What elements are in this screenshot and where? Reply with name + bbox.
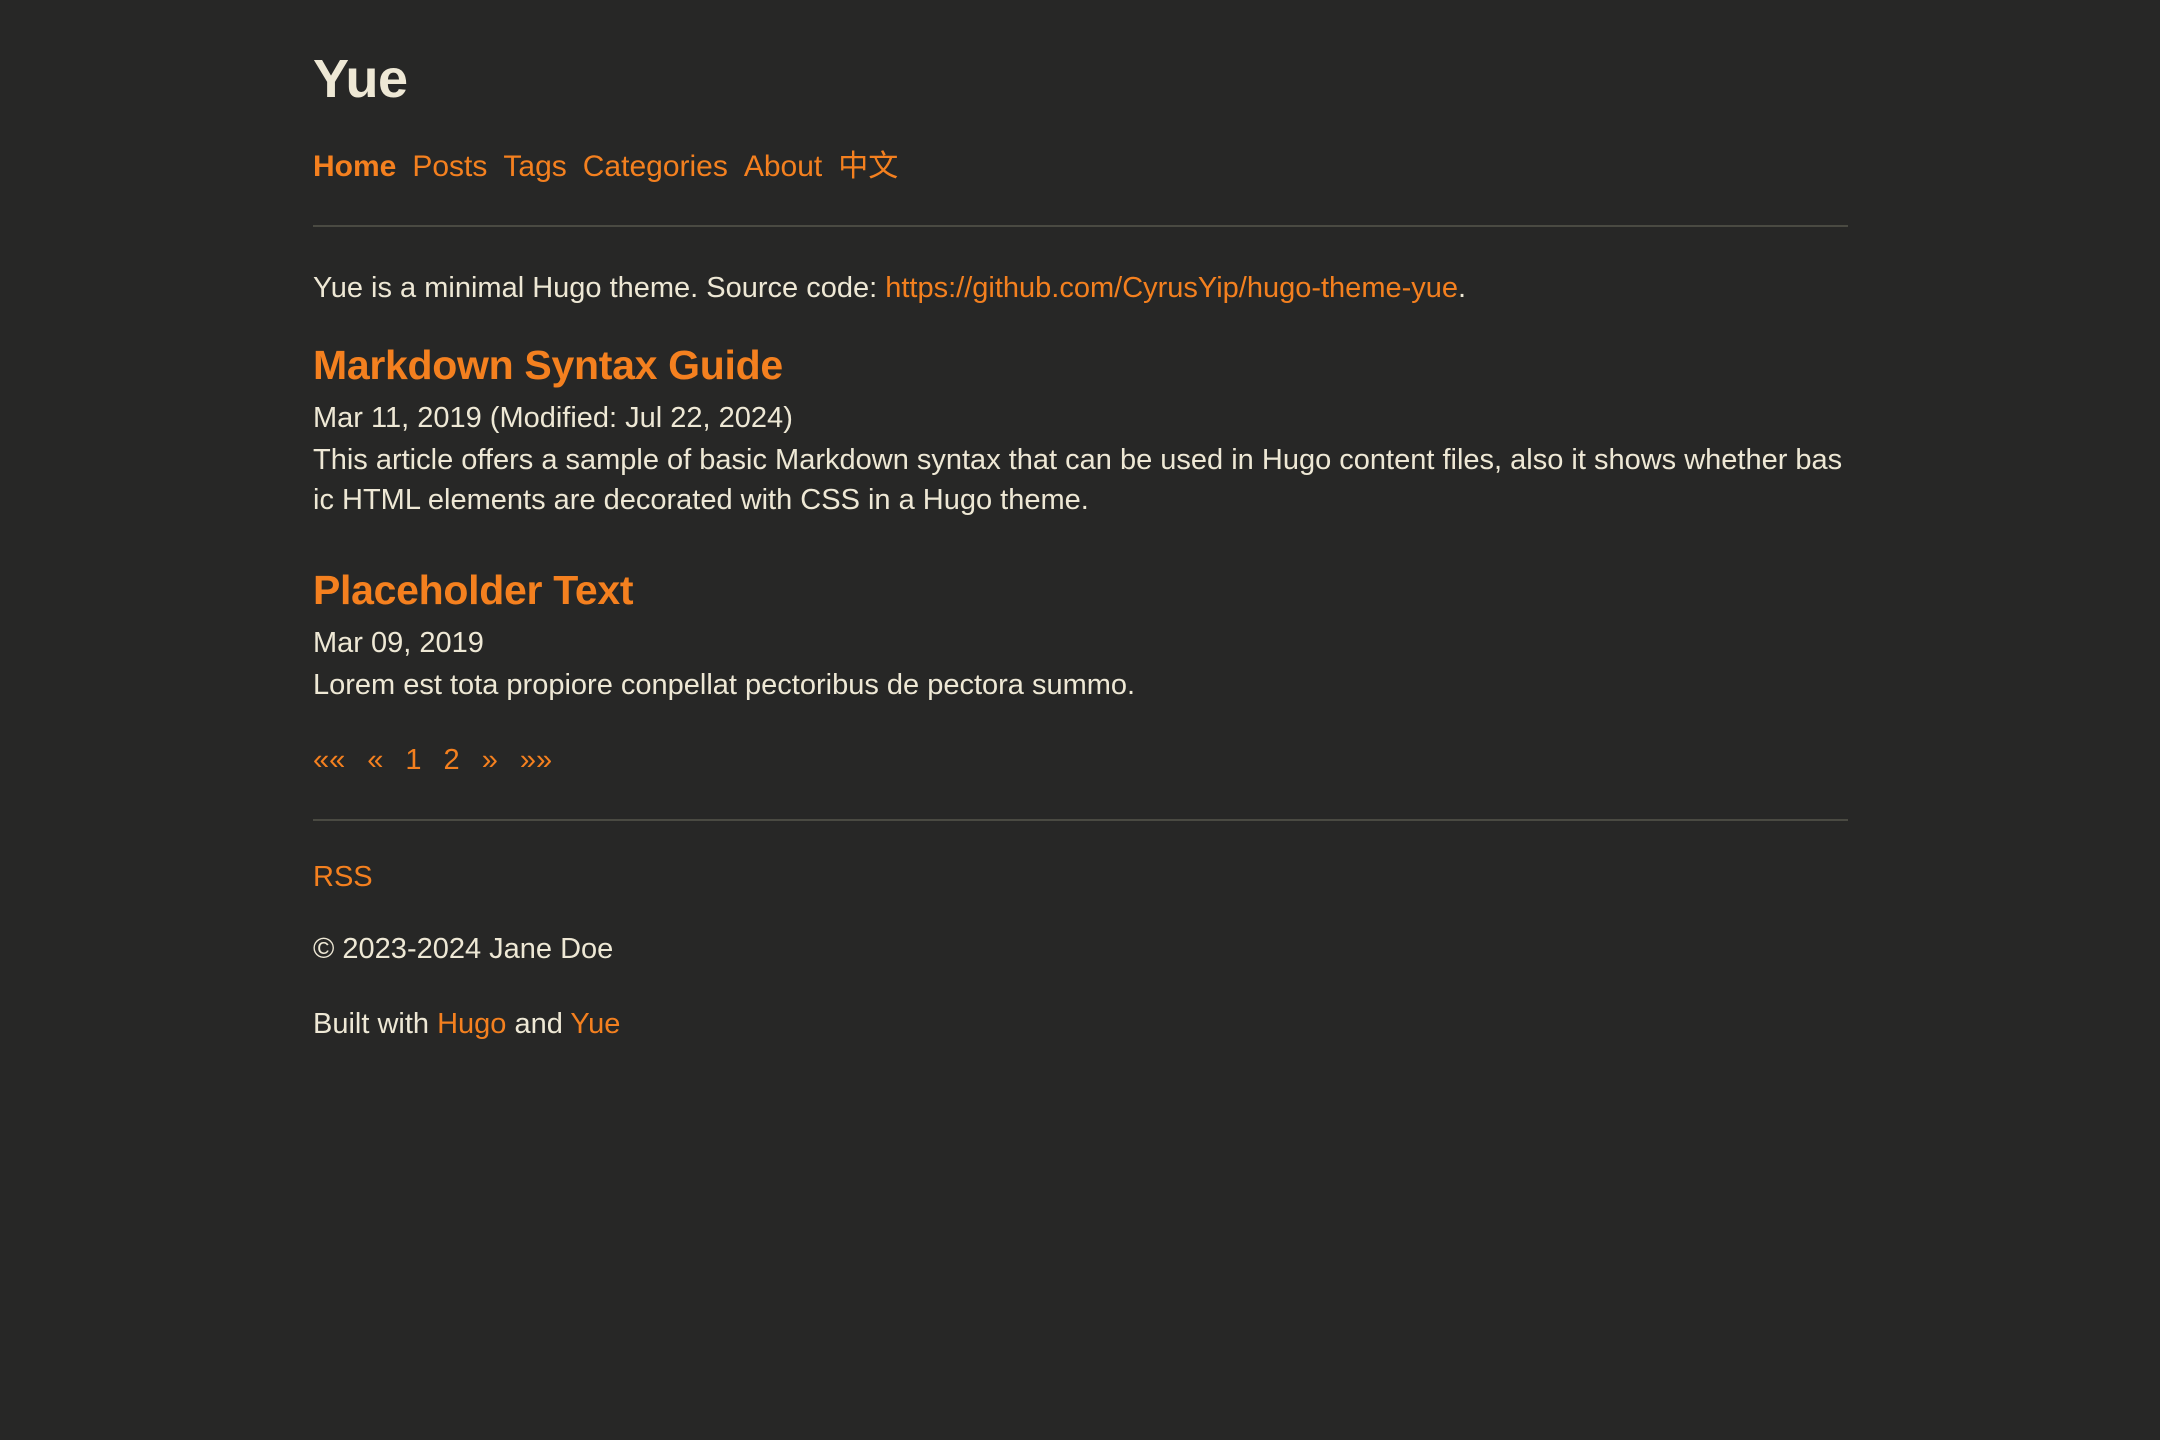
post-title: Placeholder Text: [313, 566, 1848, 615]
nav-link-categories[interactable]: Categories: [583, 149, 728, 185]
pagination-next[interactable]: »: [482, 743, 498, 778]
post-list-item: Placeholder Text Mar 09, 2019 Lorem est …: [313, 566, 1848, 705]
post-summary: This article offers a sample of basic Ma…: [313, 444, 1843, 516]
nav-link-tags[interactable]: Tags: [503, 149, 566, 185]
post-date: Mar 11, 2019 (Modified: Jul 22, 2024): [313, 402, 793, 435]
site-description-prefix: Yue is a minimal Hugo theme. Source code…: [313, 272, 886, 305]
footer-built-with: Built with Hugo and Yue: [313, 1005, 1848, 1044]
footer-rss-row: RSS: [313, 861, 1848, 894]
page-container: Yue Home Posts Tags Categories About 中文 Yue i…: [313, 0, 1848, 1104]
source-code-link[interactable]: https://github.com/CyrusYip/hugo-theme-y…: [885, 272, 1458, 304]
post-list: Markdown Syntax Guide Mar 11, 2019 (Modi…: [313, 341, 1848, 705]
post-title: Markdown Syntax Guide: [313, 341, 1848, 390]
post-date: Mar 09, 2019: [313, 626, 484, 659]
header-divider: [313, 225, 1848, 228]
post-title-link-markdown-syntax-guide[interactable]: Markdown Syntax Guide: [313, 342, 783, 388]
footer-divider: [313, 819, 1848, 822]
pagination: «« «1 2»»»: [313, 743, 1848, 778]
yue-theme-link[interactable]: Yue: [570, 1008, 620, 1040]
main-navigation: Home Posts Tags Categories About 中文: [313, 149, 1848, 185]
footer-copyright: © 2023-2024 Jane Doe: [313, 933, 614, 966]
post-summary: Lorem est tota propiore conpellat pector…: [313, 669, 1136, 702]
site-header: Yue Home Posts Tags Categories About 中文: [313, 48, 1848, 185]
site-footer: RSS © 2023-2024 Jane Doe Built with Hugo…: [313, 861, 1848, 1104]
pagination-last[interactable]: »»: [520, 743, 552, 778]
pagination-page-2[interactable]: 2: [444, 743, 460, 778]
built-with-prefix: Built with: [313, 1008, 438, 1041]
hugo-link[interactable]: Hugo: [437, 1008, 506, 1040]
built-with-middle: and: [506, 1008, 571, 1041]
nav-link-chinese[interactable]: 中文: [838, 149, 898, 185]
pagination-page-1[interactable]: 1: [405, 743, 421, 778]
nav-link-about[interactable]: About: [744, 149, 822, 185]
post-title-link-placeholder-text[interactable]: Placeholder Text: [313, 567, 634, 613]
post-list-item: Markdown Syntax Guide Mar 11, 2019 (Modi…: [313, 341, 1848, 520]
nav-link-posts[interactable]: Posts: [412, 149, 487, 185]
pagination-first[interactable]: ««: [313, 743, 345, 778]
nav-link-home[interactable]: Home: [313, 149, 396, 185]
site-description-suffix: .: [1458, 272, 1467, 305]
pagination-prev[interactable]: «: [367, 743, 383, 778]
main-content: Yue is a minimal Hugo theme. Source code…: [313, 267, 1848, 778]
rss-link[interactable]: RSS: [313, 861, 373, 893]
site-title: Yue: [313, 49, 408, 109]
site-description: Yue is a minimal Hugo theme. Source code…: [313, 267, 1848, 309]
